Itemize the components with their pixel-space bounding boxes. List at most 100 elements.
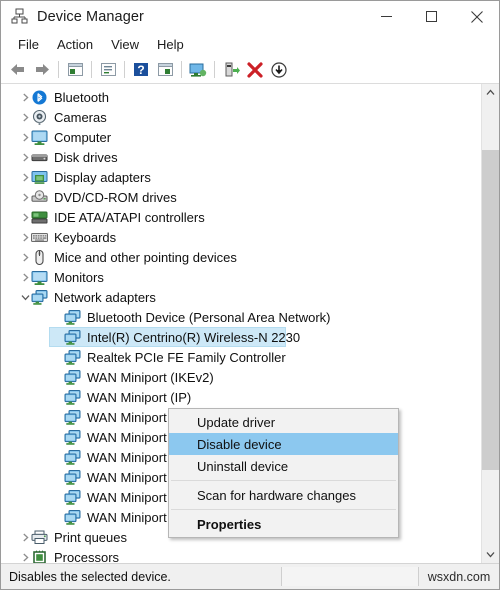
forward-icon[interactable]	[30, 58, 54, 81]
menu-view[interactable]: View	[102, 34, 148, 55]
context-menu-item[interactable]: Uninstall device	[169, 455, 398, 477]
scroll-down-button[interactable]	[482, 546, 499, 563]
bluetooth-icon	[31, 89, 48, 106]
tree-item-label: Print queues	[54, 529, 127, 545]
properties-icon[interactable]	[96, 58, 120, 81]
watermark: wsxdn.com	[427, 569, 491, 584]
tree-item-label: Mice and other pointing devices	[54, 249, 237, 265]
status-message: Disables the selected device.	[9, 569, 171, 584]
toolbar-separator	[181, 61, 182, 78]
title-bar: Device Manager	[1, 1, 499, 32]
tree-item[interactable]: Bluetooth	[1, 87, 481, 107]
context-menu-separator	[171, 480, 396, 481]
show-hide-action-pane-icon[interactable]	[153, 58, 177, 81]
tree-item-label: Processors	[54, 549, 120, 564]
scrollbar-thumb[interactable]	[482, 149, 499, 471]
monitor-icon	[31, 269, 48, 286]
chevron-right-icon[interactable]	[19, 227, 31, 247]
tree-item[interactable]: Realtek PCIe FE Family Controller	[1, 347, 481, 367]
tree-item[interactable]: Display adapters	[1, 167, 481, 187]
tree-item[interactable]: IDE ATA/ATAPI controllers	[1, 207, 481, 227]
network-adapter-icon	[64, 349, 81, 366]
tree-item-label: WAN Miniport (IKEv2)	[87, 369, 214, 385]
tree-item[interactable]: Keyboards	[1, 227, 481, 247]
tree-item-label: Cameras	[54, 109, 107, 125]
context-menu-item[interactable]: Scan for hardware changes	[169, 484, 398, 506]
tree-item-label: Keyboards	[54, 229, 117, 245]
menu-action[interactable]: Action	[48, 34, 102, 55]
vertical-scrollbar[interactable]	[481, 84, 499, 563]
context-menu-item[interactable]: Properties	[169, 513, 398, 535]
tree-item-label: Network adapters	[54, 289, 156, 305]
chevron-right-icon[interactable]	[19, 107, 31, 127]
update-driver-icon[interactable]	[219, 58, 243, 81]
content-area: Bluetooth Cameras Computer Disk drives Displ…	[1, 84, 499, 563]
tree-item[interactable]: Intel(R) Centrino(R) Wireless-N 2230	[1, 327, 481, 347]
scrollbar-track[interactable]	[482, 101, 499, 546]
tree-item[interactable]: Bluetooth Device (Personal Area Network)	[1, 307, 481, 327]
network-adapter-icon	[64, 369, 81, 386]
scan-for-hardware-changes-icon[interactable]	[186, 58, 210, 81]
network-adapter-icon	[64, 409, 81, 426]
dvd-drive-icon	[31, 189, 48, 206]
toolbar-separator	[91, 61, 92, 78]
help-icon[interactable]: ?	[129, 58, 153, 81]
computer-icon	[31, 129, 48, 146]
toolbar-separator	[58, 61, 59, 78]
chevron-right-icon[interactable]	[19, 167, 31, 187]
chevron-right-icon[interactable]	[19, 207, 31, 227]
close-button[interactable]	[454, 1, 499, 32]
tree-item[interactable]: Cameras	[1, 107, 481, 127]
mouse-icon	[31, 249, 48, 266]
svg-text:?: ?	[137, 63, 144, 77]
chevron-right-icon[interactable]	[19, 547, 31, 563]
maximize-button[interactable]	[409, 1, 454, 32]
tree-item-label: IDE ATA/ATAPI controllers	[54, 209, 205, 225]
toolbar-separator	[214, 61, 215, 78]
chevron-right-icon[interactable]	[19, 187, 31, 207]
tree-item[interactable]: Computer	[1, 127, 481, 147]
minimize-button[interactable]	[364, 1, 409, 32]
context-menu-item[interactable]: Update driver	[169, 411, 398, 433]
menu-help[interactable]: Help	[148, 34, 193, 55]
uninstall-device-icon[interactable]	[243, 58, 267, 81]
tree-item[interactable]: Network adapters	[1, 287, 481, 307]
back-icon[interactable]	[6, 58, 30, 81]
context-menu-item[interactable]: Disable device	[169, 433, 398, 455]
tree-item[interactable]: WAN Miniport (IKEv2)	[1, 367, 481, 387]
menu-file[interactable]: File	[9, 34, 48, 55]
chevron-right-icon[interactable]	[19, 127, 31, 147]
tree-item[interactable]: Disk drives	[1, 147, 481, 167]
network-adapter-icon	[64, 429, 81, 446]
network-adapter-icon	[64, 389, 81, 406]
tree-item[interactable]: WAN Miniport (IP)	[1, 387, 481, 407]
tree-item-label: WAN Miniport (IP)	[87, 389, 192, 405]
chevron-down-icon[interactable]	[19, 287, 31, 307]
show-hide-console-tree-icon[interactable]	[63, 58, 87, 81]
menu-bar: File Action View Help	[1, 32, 499, 56]
tree-item-label: DVD/CD-ROM drives	[54, 189, 177, 205]
network-adapter-icon	[64, 509, 81, 526]
window-title: Device Manager	[37, 8, 144, 25]
tree-item[interactable]: Processors	[1, 547, 481, 563]
scroll-up-button[interactable]	[482, 84, 499, 101]
context-menu[interactable]: Update driver Disable device Uninstall dev…	[168, 408, 399, 538]
tree-item-label: Disk drives	[54, 149, 118, 165]
tree-item[interactable]: Mice and other pointing devices	[1, 247, 481, 267]
disable-device-icon[interactable]	[267, 58, 291, 81]
chevron-right-icon[interactable]	[19, 527, 31, 547]
chevron-right-icon[interactable]	[19, 147, 31, 167]
printer-icon	[31, 529, 48, 546]
tree-item-label: Display adapters	[54, 169, 151, 185]
chevron-right-icon[interactable]	[19, 247, 31, 267]
chevron-right-icon[interactable]	[19, 87, 31, 107]
tree-item-label: Monitors	[54, 269, 104, 285]
tree-item[interactable]: DVD/CD-ROM drives	[1, 187, 481, 207]
tree-item[interactable]: Monitors	[1, 267, 481, 287]
tree-item-label: Bluetooth	[54, 89, 109, 105]
chevron-right-icon[interactable]	[19, 267, 31, 287]
